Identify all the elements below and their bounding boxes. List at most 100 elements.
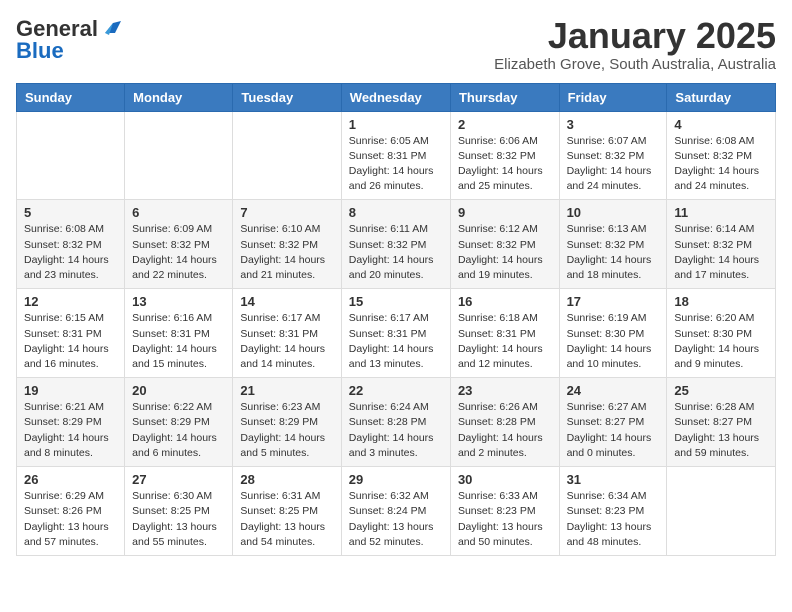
table-row: 18Sunrise: 6:20 AM Sunset: 8:30 PM Dayli…: [667, 289, 776, 378]
table-row: 30Sunrise: 6:33 AM Sunset: 8:23 PM Dayli…: [450, 467, 559, 556]
table-row: 3Sunrise: 6:07 AM Sunset: 8:32 PM Daylig…: [559, 111, 667, 200]
table-row: 1 Sunrise: 6:05 AM Sunset: 8:31 PM Daylig…: [341, 111, 450, 200]
day-number: 17: [567, 294, 660, 309]
day-info: Sunrise: 6:28 AM Sunset: 8:27 PM Dayligh…: [674, 400, 768, 461]
col-header-saturday: Saturday: [667, 83, 776, 111]
day-info: Sunrise: 6:05 AM Sunset: 8:31 PM Dayligh…: [349, 134, 443, 195]
table-row: 29Sunrise: 6:32 AM Sunset: 8:24 PM Dayli…: [341, 467, 450, 556]
day-info: Sunrise: 6:23 AM Sunset: 8:29 PM Dayligh…: [240, 400, 333, 461]
table-row: 16 Sunrise: 6:18 AM Sunset: 8:31 PM Dayli…: [450, 289, 559, 378]
col-header-monday: Monday: [125, 83, 233, 111]
day-number: 22: [349, 383, 443, 398]
day-info: Sunrise: 6:29 AM Sunset: 8:26 PM Dayligh…: [24, 489, 117, 550]
day-number: 5: [24, 205, 117, 220]
day-info: Sunrise: 6:30 AM Sunset: 8:25 PM Dayligh…: [132, 489, 225, 550]
title-section: January 2025 Elizabeth Grove, South Aust…: [494, 16, 776, 73]
day-info: Sunrise: 6:06 AM Sunset: 8:32 PM Dayligh…: [458, 134, 552, 195]
day-info: Sunrise: 6:16 AM Sunset: 8:31 PM Dayligh…: [132, 311, 225, 372]
col-header-thursday: Thursday: [450, 83, 559, 111]
logo-blue: Blue: [16, 38, 64, 64]
day-number: 23: [458, 383, 552, 398]
col-header-wednesday: Wednesday: [341, 83, 450, 111]
table-row: [125, 111, 233, 200]
day-info: Sunrise: 6:26 AM Sunset: 8:28 PM Dayligh…: [458, 400, 552, 461]
table-row: 20 Sunrise: 6:22 AM Sunset: 8:29 PM Dayli…: [125, 378, 233, 467]
day-number: 26: [24, 472, 117, 487]
day-number: 24: [567, 383, 660, 398]
table-row: 23 Sunrise: 6:26 AM Sunset: 8:28 PM Dayli…: [450, 378, 559, 467]
day-number: 16: [458, 294, 552, 309]
day-number: 2: [458, 117, 552, 132]
calendar-header-row: SundayMondayTuesdayWednesdayThursdayFrid…: [17, 83, 776, 111]
day-number: 20: [132, 383, 225, 398]
day-number: 1: [349, 117, 443, 132]
day-number: 14: [240, 294, 333, 309]
day-info: Sunrise: 6:21 AM Sunset: 8:29 PM Dayligh…: [24, 400, 117, 461]
day-number: 8: [349, 205, 443, 220]
day-info: Sunrise: 6:11 AM Sunset: 8:32 PM Dayligh…: [349, 222, 443, 283]
day-info: Sunrise: 6:14 AM Sunset: 8:32 PM Dayligh…: [674, 222, 768, 283]
day-number: 28: [240, 472, 333, 487]
logo: General Blue: [16, 16, 122, 64]
table-row: 8 Sunrise: 6:11 AM Sunset: 8:32 PM Daylig…: [341, 200, 450, 289]
table-row: 5 Sunrise: 6:08 AM Sunset: 8:32 PM Daylig…: [17, 200, 125, 289]
calendar-table: SundayMondayTuesdayWednesdayThursdayFrid…: [16, 83, 776, 556]
day-number: 3: [567, 117, 660, 132]
calendar-week-row: 5 Sunrise: 6:08 AM Sunset: 8:32 PM Daylig…: [17, 200, 776, 289]
table-row: 13 Sunrise: 6:16 AM Sunset: 8:31 PM Dayli…: [125, 289, 233, 378]
day-number: 25: [674, 383, 768, 398]
day-info: Sunrise: 6:13 AM Sunset: 8:32 PM Dayligh…: [567, 222, 660, 283]
table-row: 21Sunrise: 6:23 AM Sunset: 8:29 PM Dayli…: [233, 378, 341, 467]
day-info: Sunrise: 6:24 AM Sunset: 8:28 PM Dayligh…: [349, 400, 443, 461]
table-row: 31 Sunrise: 6:34 AM Sunset: 8:23 PM Dayli…: [559, 467, 667, 556]
day-info: Sunrise: 6:15 AM Sunset: 8:31 PM Dayligh…: [24, 311, 117, 372]
day-number: 11: [674, 205, 768, 220]
page-header: General Blue January 2025 Elizabeth Grov…: [16, 16, 776, 73]
table-row: [667, 467, 776, 556]
day-info: Sunrise: 6:10 AM Sunset: 8:32 PM Dayligh…: [240, 222, 333, 283]
table-row: 9 Sunrise: 6:12 AM Sunset: 8:32 PM Daylig…: [450, 200, 559, 289]
day-number: 12: [24, 294, 117, 309]
calendar-week-row: 1 Sunrise: 6:05 AM Sunset: 8:31 PM Daylig…: [17, 111, 776, 200]
day-info: Sunrise: 6:22 AM Sunset: 8:29 PM Dayligh…: [132, 400, 225, 461]
day-info: Sunrise: 6:18 AM Sunset: 8:31 PM Dayligh…: [458, 311, 552, 372]
day-info: Sunrise: 6:34 AM Sunset: 8:23 PM Dayligh…: [567, 489, 660, 550]
table-row: 27Sunrise: 6:30 AM Sunset: 8:25 PM Dayli…: [125, 467, 233, 556]
day-info: Sunrise: 6:31 AM Sunset: 8:25 PM Dayligh…: [240, 489, 333, 550]
table-row: 4Sunrise: 6:08 AM Sunset: 8:32 PM Daylig…: [667, 111, 776, 200]
table-row: 24 Sunrise: 6:27 AM Sunset: 8:27 PM Dayli…: [559, 378, 667, 467]
table-row: [17, 111, 125, 200]
day-info: Sunrise: 6:20 AM Sunset: 8:30 PM Dayligh…: [674, 311, 768, 372]
location-title: Elizabeth Grove, South Australia, Austra…: [494, 56, 776, 73]
day-info: Sunrise: 6:09 AM Sunset: 8:32 PM Dayligh…: [132, 222, 225, 283]
col-header-sunday: Sunday: [17, 83, 125, 111]
col-header-friday: Friday: [559, 83, 667, 111]
table-row: 11 Sunrise: 6:14 AM Sunset: 8:32 PM Dayli…: [667, 200, 776, 289]
calendar-week-row: 12 Sunrise: 6:15 AM Sunset: 8:31 PM Dayli…: [17, 289, 776, 378]
table-row: 10 Sunrise: 6:13 AM Sunset: 8:32 PM Dayli…: [559, 200, 667, 289]
day-info: Sunrise: 6:27 AM Sunset: 8:27 PM Dayligh…: [567, 400, 660, 461]
table-row: 25 Sunrise: 6:28 AM Sunset: 8:27 PM Dayli…: [667, 378, 776, 467]
day-number: 31: [567, 472, 660, 487]
day-info: Sunrise: 6:32 AM Sunset: 8:24 PM Dayligh…: [349, 489, 443, 550]
table-row: 12 Sunrise: 6:15 AM Sunset: 8:31 PM Dayli…: [17, 289, 125, 378]
day-number: 6: [132, 205, 225, 220]
day-info: Sunrise: 6:19 AM Sunset: 8:30 PM Dayligh…: [567, 311, 660, 372]
day-info: Sunrise: 6:08 AM Sunset: 8:32 PM Dayligh…: [24, 222, 117, 283]
table-row: 28 Sunrise: 6:31 AM Sunset: 8:25 PM Dayli…: [233, 467, 341, 556]
day-number: 10: [567, 205, 660, 220]
table-row: 2 Sunrise: 6:06 AM Sunset: 8:32 PM Daylig…: [450, 111, 559, 200]
table-row: 17 Sunrise: 6:19 AM Sunset: 8:30 PM Dayli…: [559, 289, 667, 378]
table-row: 7 Sunrise: 6:10 AM Sunset: 8:32 PM Daylig…: [233, 200, 341, 289]
day-number: 7: [240, 205, 333, 220]
day-info: Sunrise: 6:12 AM Sunset: 8:32 PM Dayligh…: [458, 222, 552, 283]
day-number: 9: [458, 205, 552, 220]
day-number: 19: [24, 383, 117, 398]
calendar-week-row: 19 Sunrise: 6:21 AM Sunset: 8:29 PM Dayli…: [17, 378, 776, 467]
day-info: Sunrise: 6:17 AM Sunset: 8:31 PM Dayligh…: [240, 311, 333, 372]
table-row: 6 Sunrise: 6:09 AM Sunset: 8:32 PM Daylig…: [125, 200, 233, 289]
table-row: 22 Sunrise: 6:24 AM Sunset: 8:28 PM Dayli…: [341, 378, 450, 467]
day-number: 13: [132, 294, 225, 309]
table-row: 19 Sunrise: 6:21 AM Sunset: 8:29 PM Dayli…: [17, 378, 125, 467]
calendar-week-row: 26 Sunrise: 6:29 AM Sunset: 8:26 PM Dayli…: [17, 467, 776, 556]
